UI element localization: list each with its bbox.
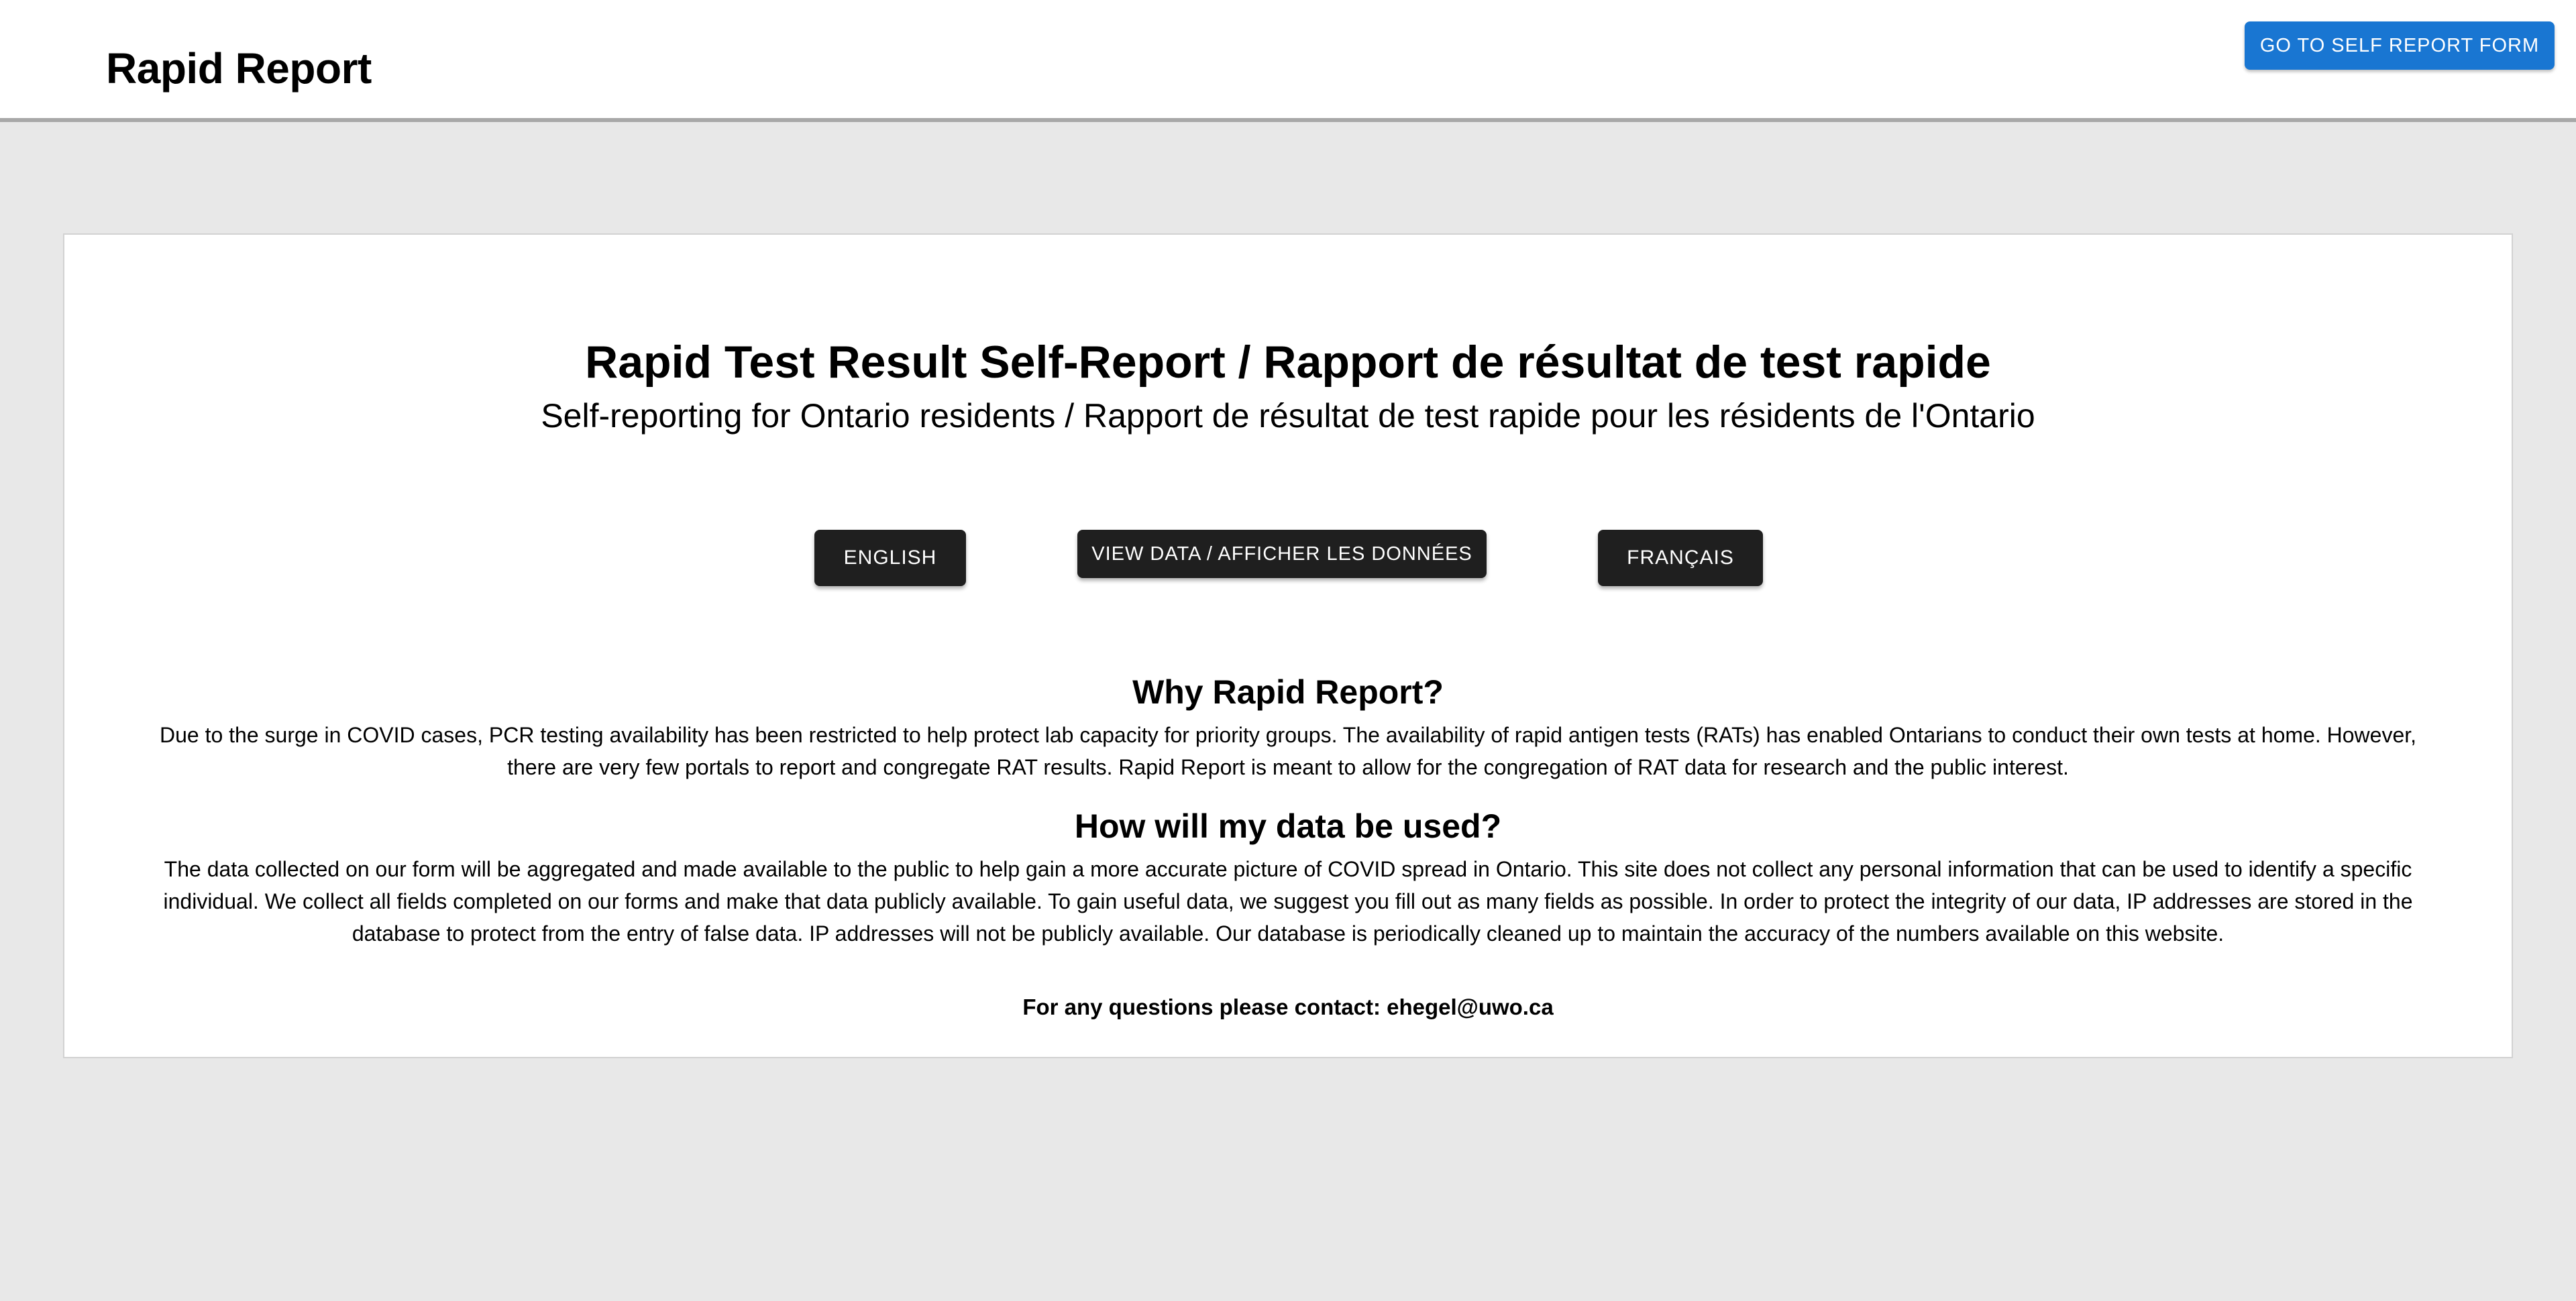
page-subtitle: Self-reporting for Ontario residents / R…: [541, 397, 2035, 435]
app-bar: Rapid Report GO TO SELF REPORT FORM: [0, 0, 2576, 122]
go-to-self-report-form-button[interactable]: GO TO SELF REPORT FORM: [2245, 21, 2555, 70]
french-button[interactable]: FRANÇAIS: [1598, 530, 1763, 586]
brand-title: Rapid Report: [106, 44, 372, 93]
contact-info: For any questions please contact: ehegel…: [1022, 995, 1554, 1019]
english-button[interactable]: ENGLISH: [814, 530, 966, 586]
data-usage-heading: How will my data be used?: [1074, 807, 1502, 845]
content-card: Rapid Test Result Self-Report / Rapport …: [63, 233, 2513, 1058]
why-paragraph: Due to the surge in COVID cases, PCR tes…: [159, 723, 2417, 779]
view-data-button[interactable]: VIEW DATA / AFFICHER LES DONNÉES: [1077, 530, 1487, 578]
data-usage-paragraph: The data collected on our form will be a…: [163, 857, 2413, 946]
why-heading: Why Rapid Report?: [1132, 673, 1444, 711]
page-title: Rapid Test Result Self-Report / Rapport …: [585, 337, 1991, 388]
